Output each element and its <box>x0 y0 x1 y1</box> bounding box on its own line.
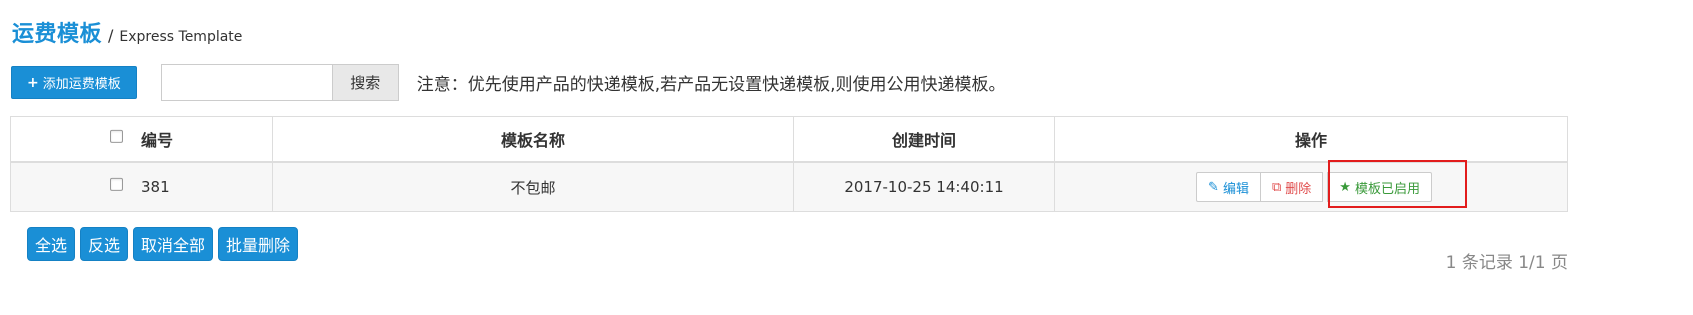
column-header-id: 编号 <box>10 116 273 163</box>
page-header: 运费模板 / Express Template <box>12 16 243 47</box>
edit-icon: ✎ <box>1208 179 1219 195</box>
search-button[interactable]: 搜索 <box>332 64 399 101</box>
cancel-all-button[interactable]: 取消全部 <box>133 227 214 261</box>
search-input[interactable] <box>160 64 333 101</box>
template-enabled-button[interactable]: ★ 模板已启用 <box>1327 172 1432 202</box>
row-actions: ✎ 编辑 ⧉ 删除 ★ 模板已启用 <box>1196 172 1432 202</box>
add-template-button[interactable]: + 添加运费模板 <box>11 66 137 99</box>
delete-icon: ⧉ <box>1271 179 1282 195</box>
row-id: 381 <box>141 178 170 196</box>
notice-text: 注意：优先使用产品的快递模板,若产品无设置快递模板,则使用公用快递模板。 <box>416 75 1006 95</box>
star-icon: ★ <box>1339 179 1351 195</box>
edit-button[interactable]: ✎ 编辑 <box>1196 172 1261 202</box>
pagination-summary: 1 条记录 1/1 页 <box>1445 253 1568 273</box>
page-title: 运费模板 <box>12 22 103 47</box>
bulk-actions: 全选 反选 取消全部 批量删除 <box>27 227 299 261</box>
cell-created: 2017-10-25 14:40:11 <box>793 161 1055 212</box>
column-header-id-label: 编号 <box>141 131 174 150</box>
plus-icon: + <box>27 74 39 91</box>
table-header-row: 编号 模板名称 创建时间 操作 <box>10 116 1568 163</box>
add-template-label: 添加运费模板 <box>42 77 121 92</box>
invert-selection-button[interactable]: 反选 <box>80 227 129 261</box>
cell-actions: ✎ 编辑 ⧉ 删除 ★ 模板已启用 <box>1054 161 1568 212</box>
edit-label: 编辑 <box>1222 181 1249 197</box>
template-enabled-label: 模板已启用 <box>1354 181 1420 197</box>
cell-id: 381 <box>10 161 273 212</box>
batch-delete-button[interactable]: 批量删除 <box>218 227 299 261</box>
cell-name: 不包邮 <box>272 161 794 212</box>
toolbar: + 添加运费模板 搜索 注意：优先使用产品的快递模板,若产品无设置快递模板,则使… <box>11 64 1006 101</box>
row-checkbox[interactable] <box>110 177 123 191</box>
column-header-actions: 操作 <box>1054 116 1568 163</box>
delete-label: 删除 <box>1285 181 1312 197</box>
table-row: 381 不包邮 2017-10-25 14:40:11 ✎ 编辑 ⧉ 删除 ★ <box>10 161 1568 212</box>
select-all-checkbox[interactable] <box>110 129 123 143</box>
search-group: 搜索 <box>160 64 399 101</box>
delete-button[interactable]: ⧉ 删除 <box>1260 172 1324 202</box>
page-subtitle: Express Template <box>119 29 243 45</box>
template-table: 编号 模板名称 创建时间 操作 381 不包邮 2017-10-25 14:40… <box>10 116 1568 212</box>
column-header-name: 模板名称 <box>272 116 794 163</box>
select-all-button[interactable]: 全选 <box>27 227 76 261</box>
column-header-created: 创建时间 <box>793 116 1055 163</box>
title-separator: / <box>108 26 114 45</box>
